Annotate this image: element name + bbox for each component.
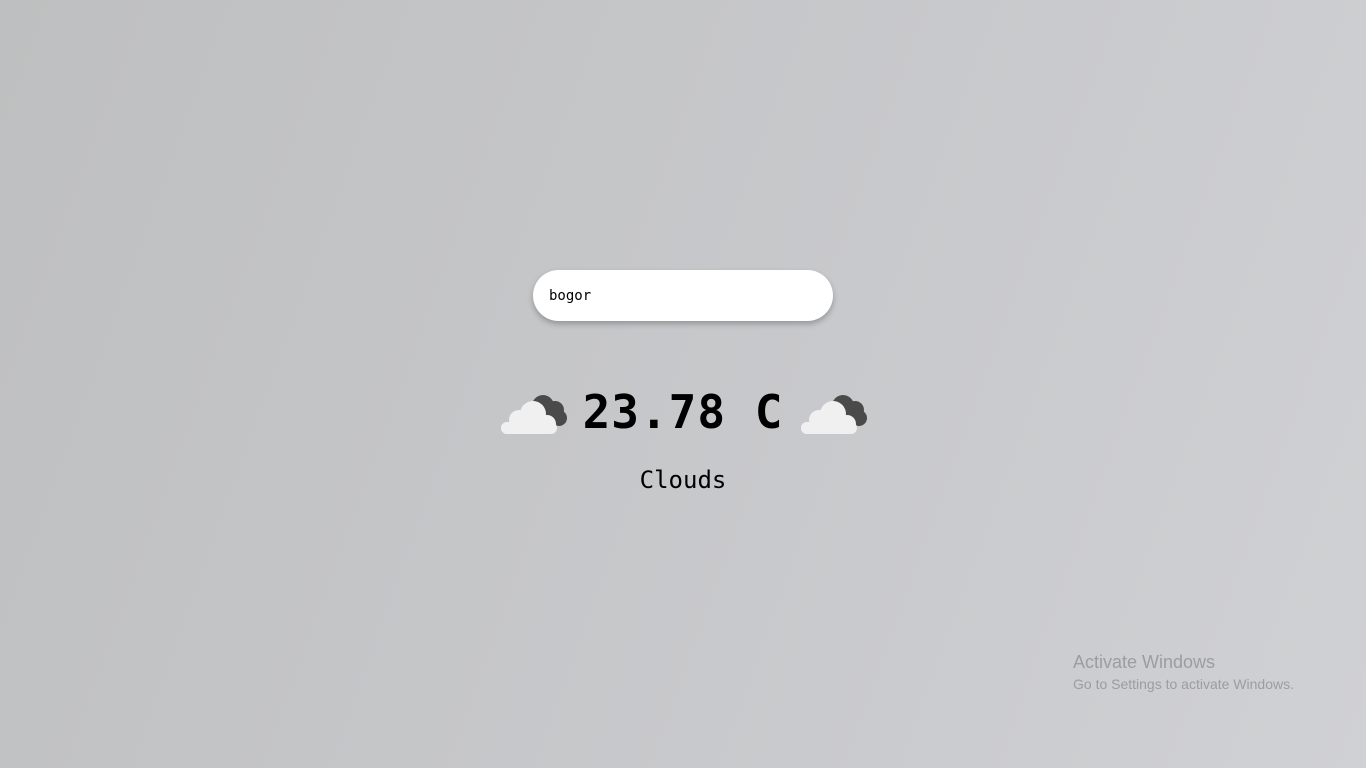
activate-windows-watermark: Activate Windows Go to Settings to activ… [1073, 651, 1294, 695]
cloud-icon [797, 388, 869, 436]
watermark-title: Activate Windows [1073, 652, 1216, 672]
temperature-row: 23.78 C [0, 380, 1366, 444]
search-bar[interactable] [533, 270, 833, 321]
temperature-value: 23.78 C [582, 385, 784, 439]
city-search-input[interactable] [549, 287, 817, 304]
cloud-icon [497, 388, 569, 436]
watermark-subtitle: Go to Settings to activate Windows. [1073, 676, 1294, 692]
weather-condition: Clouds [639, 466, 727, 494]
